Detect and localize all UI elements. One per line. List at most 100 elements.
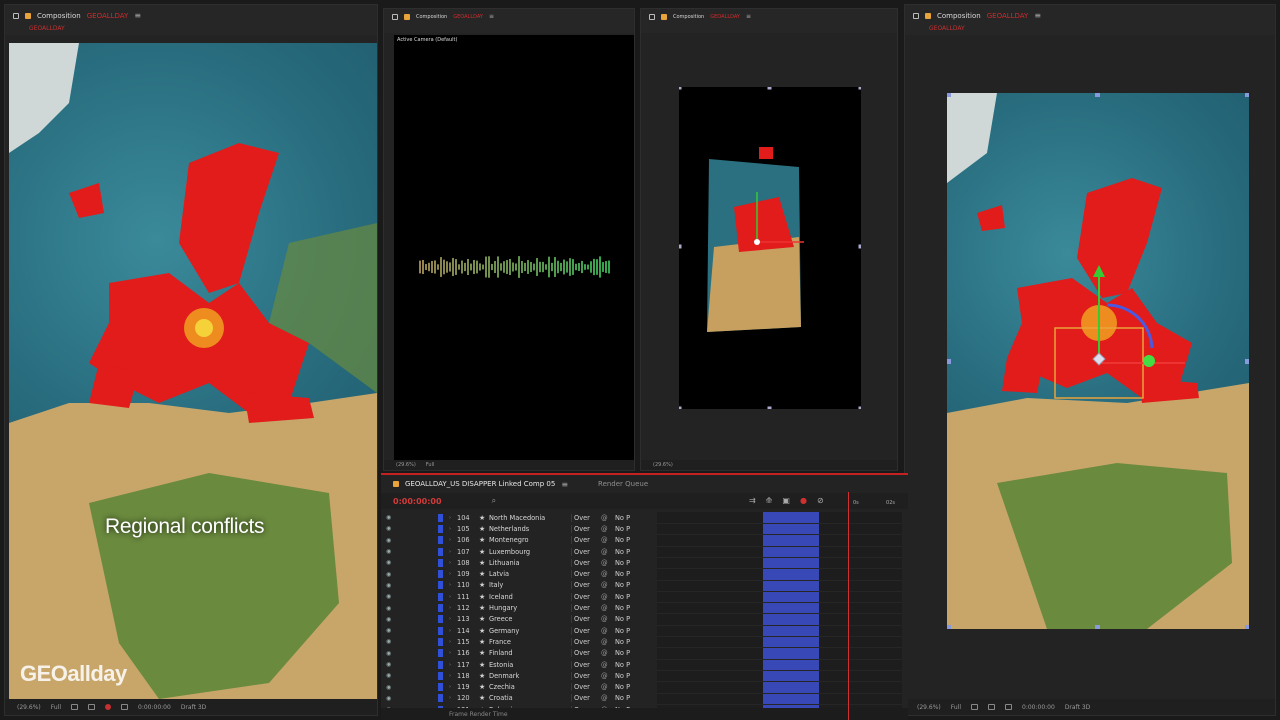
parent-pickwhip-icon[interactable]: @: [601, 661, 615, 669]
menu-icon[interactable]: ≡: [746, 13, 751, 20]
twirl-arrow-icon[interactable]: ›: [449, 639, 457, 645]
timeline-timecode[interactable]: 0:00:00:00: [393, 497, 442, 506]
timeline-track-area[interactable]: [657, 512, 902, 708]
twirl-arrow-icon[interactable]: ›: [449, 560, 457, 566]
grid-icon[interactable]: [971, 704, 979, 710]
center-tab-comp-name[interactable]: GEOALLDAY: [453, 14, 483, 20]
right-subtab[interactable]: GEOALLDAY: [929, 25, 965, 32]
visibility-eye-icon[interactable]: ◉: [386, 548, 394, 555]
parent-select[interactable]: No P: [615, 649, 630, 657]
twirl-arrow-icon[interactable]: ›: [449, 549, 457, 555]
label-color-swatch[interactable]: [438, 615, 443, 624]
layer-name[interactable]: Luxembourg: [489, 548, 571, 556]
tab-active-comp[interactable]: GEOALLDAY_US DISAPPER Linked Comp 05: [405, 480, 555, 488]
left-timecode[interactable]: 0:00:00:00: [138, 704, 171, 711]
blend-mode-select[interactable]: Over: [571, 637, 601, 646]
parent-pickwhip-icon[interactable]: @: [601, 683, 615, 691]
parent-pickwhip-icon[interactable]: @: [601, 672, 615, 680]
blend-mode-select[interactable]: Over: [571, 536, 601, 545]
parent-select[interactable]: No P: [615, 661, 630, 669]
right-tab-comp-name[interactable]: GEOALLDAY: [987, 12, 1029, 20]
parent-pickwhip-icon[interactable]: @: [601, 593, 615, 601]
quality-select[interactable]: Full: [951, 704, 961, 711]
visibility-eye-icon[interactable]: ◉: [386, 537, 394, 544]
parent-select[interactable]: No P: [615, 672, 630, 680]
visibility-eye-icon[interactable]: ◉: [386, 661, 394, 668]
tab-render-queue[interactable]: Render Queue: [598, 480, 648, 488]
layer-name[interactable]: Czechia: [489, 683, 571, 691]
camera-icon[interactable]: [121, 704, 129, 710]
visibility-eye-icon[interactable]: ◉: [386, 627, 394, 634]
blend-mode-select[interactable]: Over: [571, 558, 601, 567]
visibility-eye-icon[interactable]: ◉: [386, 559, 394, 566]
blend-mode-select[interactable]: Over: [571, 649, 601, 658]
center-tab-title[interactable]: Composition: [416, 14, 447, 20]
parent-select[interactable]: No P: [615, 627, 630, 635]
layer-name[interactable]: Finland: [489, 649, 571, 657]
label-color-swatch[interactable]: [438, 649, 443, 658]
parent-pickwhip-icon[interactable]: @: [601, 536, 615, 544]
renderer-label[interactable]: Draft 3D: [181, 704, 206, 711]
layer-name[interactable]: Hungary: [489, 604, 571, 612]
layer-row[interactable]: ◉ › 116 ★ Finland Over @ No P: [381, 648, 657, 659]
parent-select[interactable]: No P: [615, 570, 630, 578]
menu-icon[interactable]: ≡: [561, 480, 568, 489]
twirl-arrow-icon[interactable]: ›: [449, 526, 457, 532]
parent-pickwhip-icon[interactable]: @: [601, 615, 615, 623]
layer-name[interactable]: Estonia: [489, 661, 571, 669]
parent-select[interactable]: No P: [615, 559, 630, 567]
third-tab-title[interactable]: Composition: [673, 14, 704, 20]
twirl-arrow-icon[interactable]: ›: [449, 616, 457, 622]
layer-name[interactable]: Netherlands: [489, 525, 571, 533]
twirl-arrow-icon[interactable]: ›: [449, 673, 457, 679]
blend-mode-select[interactable]: Over: [571, 524, 601, 533]
frame-blend-icon[interactable]: ▣: [782, 496, 790, 505]
quality-select[interactable]: Full: [426, 462, 435, 468]
layer-row[interactable]: ◉ › 119 ★ Czechia Over @ No P: [381, 681, 657, 692]
label-color-swatch[interactable]: [438, 694, 443, 703]
label-color-swatch[interactable]: [438, 604, 443, 613]
layer-name[interactable]: Denmark: [489, 672, 571, 680]
color-picker-icon[interactable]: [105, 704, 112, 710]
parent-select[interactable]: No P: [615, 593, 630, 601]
parent-select[interactable]: No P: [615, 514, 630, 522]
twirl-arrow-icon[interactable]: ›: [449, 628, 457, 634]
twirl-arrow-icon[interactable]: ›: [449, 684, 457, 690]
menu-icon[interactable]: ≡: [134, 11, 141, 20]
twirl-arrow-icon[interactable]: ›: [449, 662, 457, 668]
twirl-arrow-icon[interactable]: ›: [449, 515, 457, 521]
layer-row[interactable]: ◉ › 110 ★ Italy Over @ No P: [381, 580, 657, 591]
layer-row[interactable]: ◉ › 106 ★ Montenegro Over @ No P: [381, 535, 657, 546]
shy-icon[interactable]: ⟰: [766, 496, 773, 505]
menu-icon[interactable]: ≡: [489, 13, 494, 20]
camera-icon[interactable]: [1005, 704, 1013, 710]
mask-icon[interactable]: [988, 704, 996, 710]
layer-row[interactable]: ◉ › 113 ★ Greece Over @ No P: [381, 614, 657, 625]
left-subtab[interactable]: GEOALLDAY: [29, 25, 65, 32]
blend-mode-select[interactable]: Over: [571, 570, 601, 579]
left-map-viewer[interactable]: [9, 43, 377, 699]
blend-mode-select[interactable]: Over: [571, 694, 601, 703]
layer-name[interactable]: Iceland: [489, 593, 571, 601]
parent-select[interactable]: No P: [615, 604, 630, 612]
parent-pickwhip-icon[interactable]: @: [601, 514, 615, 522]
parent-pickwhip-icon[interactable]: @: [601, 548, 615, 556]
parent-select[interactable]: No P: [615, 694, 630, 702]
parent-pickwhip-icon[interactable]: @: [601, 638, 615, 646]
blend-mode-select[interactable]: Over: [571, 626, 601, 635]
zoom-select[interactable]: (29.6%): [17, 704, 41, 711]
label-color-swatch[interactable]: [438, 558, 443, 567]
label-color-swatch[interactable]: [438, 536, 443, 545]
graph-editor-icon[interactable]: ⇉: [749, 496, 756, 505]
playhead[interactable]: [848, 492, 849, 720]
parent-pickwhip-icon[interactable]: @: [601, 604, 615, 612]
blend-mode-select[interactable]: Over: [571, 604, 601, 613]
layer-row[interactable]: ◉ › 105 ★ Netherlands Over @ No P: [381, 523, 657, 534]
visibility-eye-icon[interactable]: ◉: [386, 695, 394, 702]
parent-pickwhip-icon[interactable]: @: [601, 694, 615, 702]
twirl-arrow-icon[interactable]: ›: [449, 605, 457, 611]
lock-icon[interactable]: [392, 13, 398, 20]
parent-pickwhip-icon[interactable]: @: [601, 570, 615, 578]
label-color-swatch[interactable]: [438, 637, 443, 646]
layer-row[interactable]: ◉ › 118 ★ Denmark Over @ No P: [381, 670, 657, 681]
